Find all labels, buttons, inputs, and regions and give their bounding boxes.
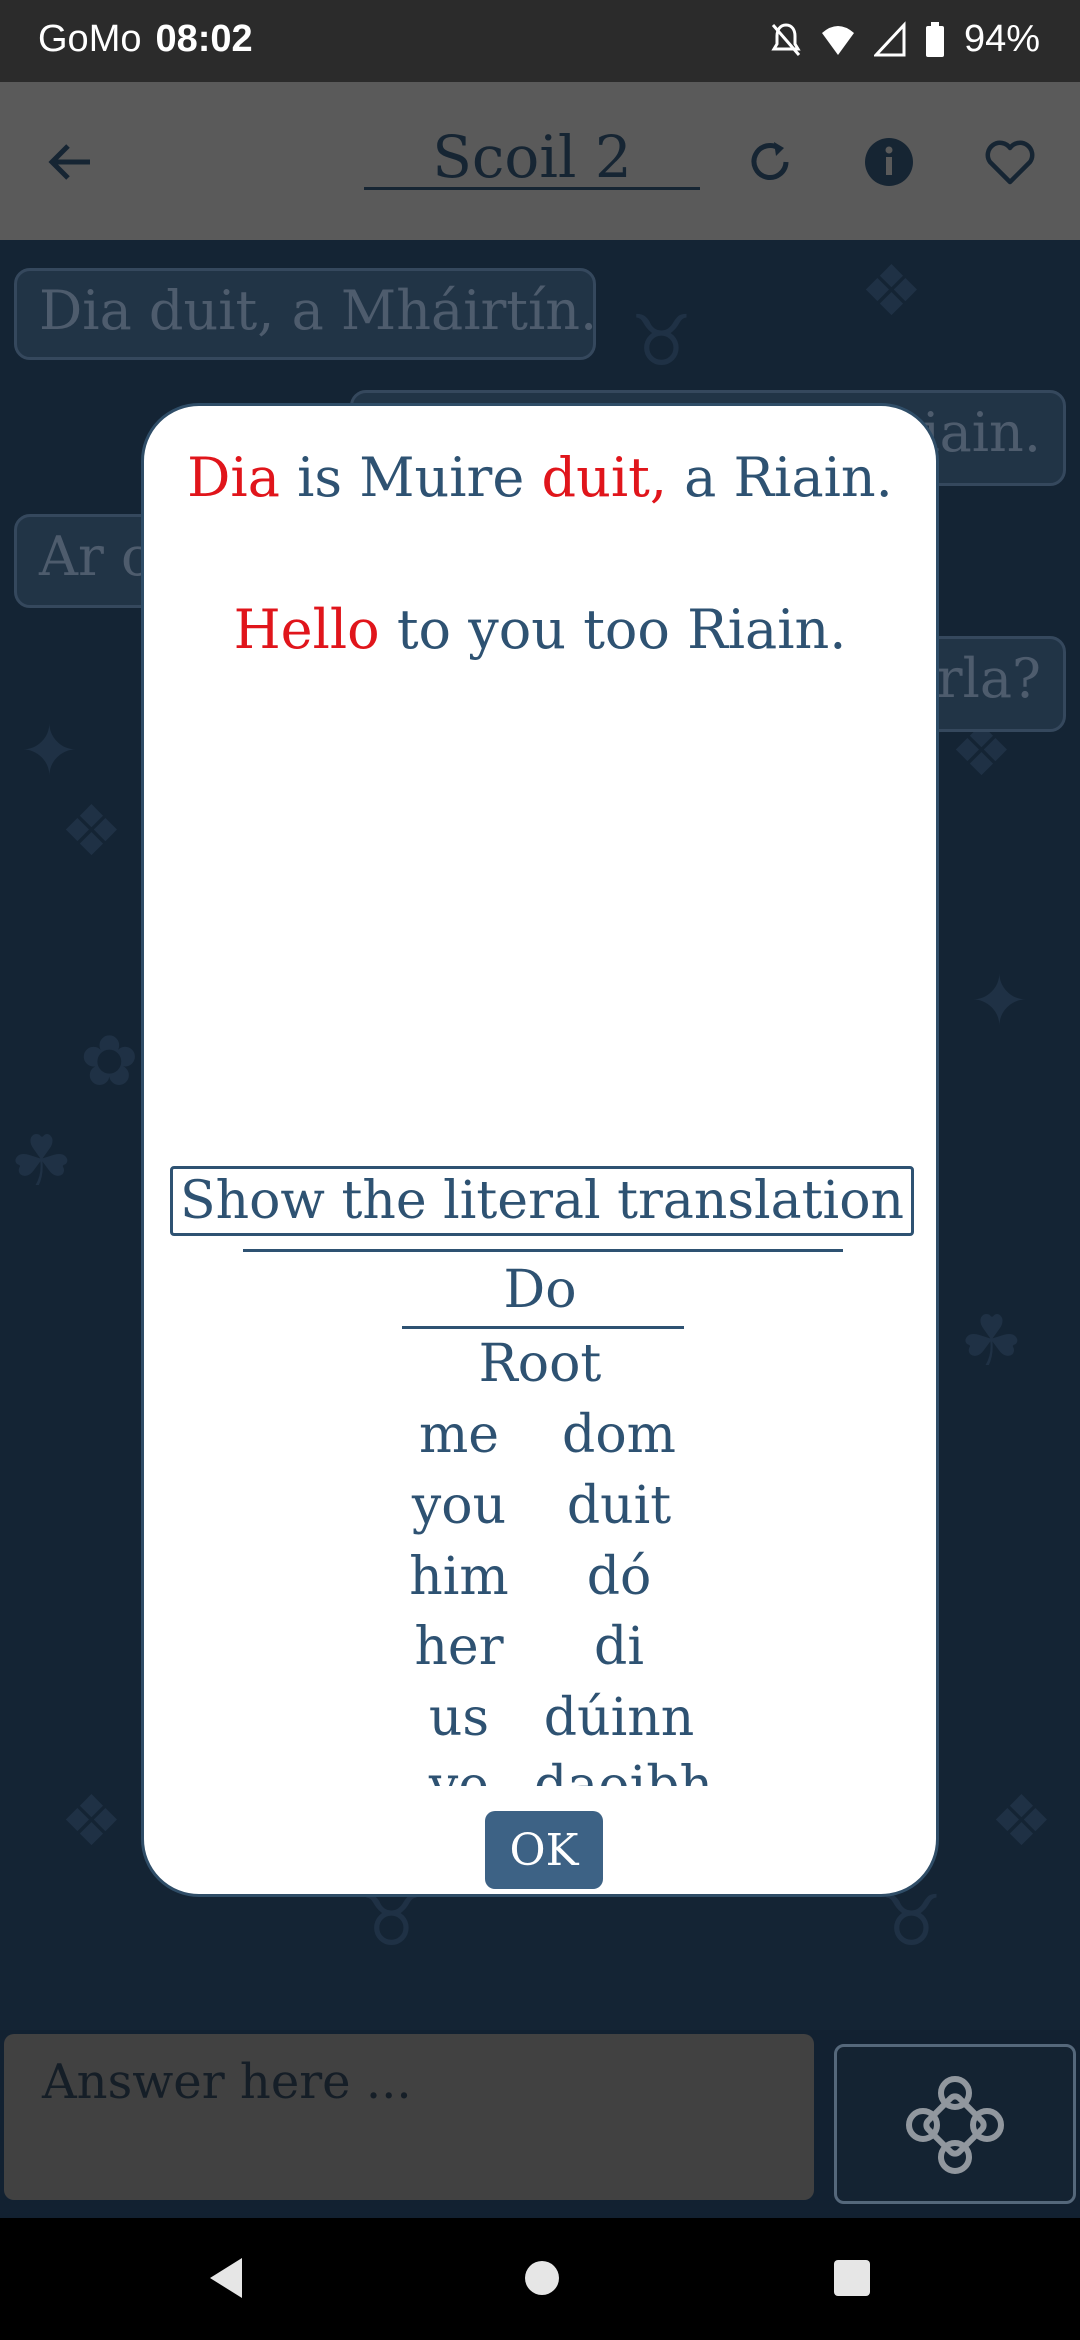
- english-pronoun: her: [414, 1617, 504, 1677]
- system-nav-bar: [0, 2218, 1080, 2340]
- status-bar: GoMo 08:02 94%: [0, 0, 1080, 82]
- table-row: ye daoibh: [144, 1756, 936, 1786]
- signal-icon: [873, 20, 906, 56]
- table-row: her di: [144, 1617, 936, 1687]
- english-sentence: Hello to you too Riain.: [144, 598, 936, 661]
- irish-word: duit,: [541, 446, 667, 509]
- irish-form: di: [594, 1617, 644, 1677]
- table-subheading: Root: [478, 1334, 602, 1394]
- bell-off-icon: [771, 22, 801, 56]
- irish-word: Dia: [187, 446, 280, 509]
- ok-button[interactable]: OK: [485, 1811, 603, 1889]
- nav-home-icon[interactable]: [522, 2256, 562, 2300]
- translation-dialog: Dia is Muire duit, a Riain. Hello to you…: [141, 403, 939, 1897]
- irish-form: duit: [566, 1476, 672, 1536]
- irish-sentence: Dia is Muire duit, a Riain.: [144, 446, 936, 509]
- table-row: us dúinn: [144, 1688, 936, 1758]
- show-literal-translation-button[interactable]: Show the literal translation: [170, 1166, 914, 1236]
- english-pronoun: ye: [428, 1756, 490, 1786]
- table-row: you duit: [144, 1476, 936, 1546]
- wifi-icon: [821, 25, 854, 55]
- irish-form: daoibh: [534, 1756, 714, 1786]
- irish-form: dom: [562, 1405, 676, 1465]
- status-time: 08:02: [155, 18, 253, 60]
- irish-form: dúinn: [543, 1688, 695, 1748]
- irish-word: is Muire: [279, 446, 542, 509]
- preposition-table: Do Root me dom you duit him dó her di us…: [144, 1244, 936, 1786]
- english-pronoun: you: [411, 1476, 507, 1536]
- carrier-label: GoMo: [38, 18, 142, 60]
- english-pronoun: me: [418, 1405, 500, 1465]
- english-word: to you too Riain.: [379, 598, 847, 661]
- table-row: me dom: [144, 1405, 936, 1475]
- table-row: him dó: [144, 1547, 936, 1617]
- irish-word: a Riain.: [666, 446, 893, 509]
- divider: [402, 1326, 684, 1329]
- nav-back-icon[interactable]: [206, 2256, 246, 2300]
- battery-percent: 94%: [963, 18, 1040, 60]
- irish-form: dó: [586, 1547, 652, 1607]
- english-pronoun: us: [428, 1688, 490, 1748]
- english-pronoun: him: [409, 1547, 509, 1607]
- english-word: Hello: [233, 598, 380, 661]
- table-heading: Do: [503, 1260, 577, 1320]
- battery-icon: [925, 21, 944, 57]
- nav-recents-icon[interactable]: [832, 2256, 872, 2300]
